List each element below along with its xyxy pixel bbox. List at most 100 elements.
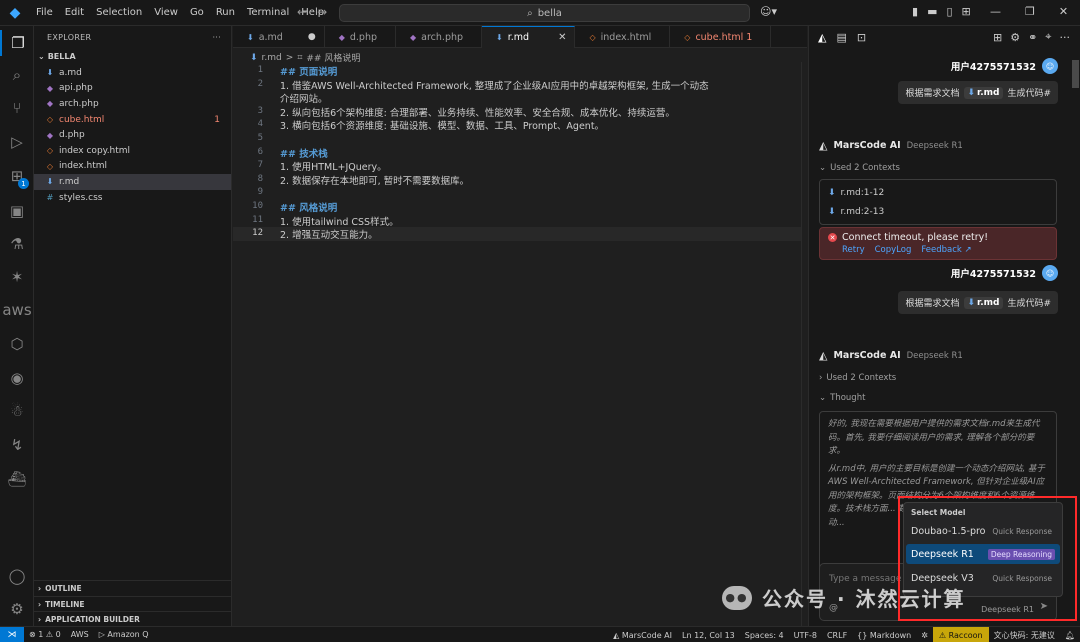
- chat-scrollbar[interactable]: [1072, 60, 1079, 88]
- file-item[interactable]: ◆ d.php: [34, 127, 231, 143]
- context-item[interactable]: ⬇ r.md:1-12: [828, 183, 1048, 202]
- doc-icon[interactable]: ▤: [836, 31, 846, 44]
- send-icon[interactable]: ➤: [1040, 601, 1048, 612]
- retry-link[interactable]: Retry: [842, 245, 865, 255]
- history-icon[interactable]: ⊡: [857, 31, 866, 44]
- code-line[interactable]: 7 1. 使用HTML+JQuery。: [233, 159, 807, 173]
- tab[interactable]: ◆ arch.php: [396, 26, 483, 48]
- run-debug-icon[interactable]: ▷: [0, 129, 34, 155]
- code-line[interactable]: 11 1. 使用tailwind CSS样式。: [233, 214, 807, 228]
- contexts-toggle[interactable]: ⌄ Used 2 Contexts: [819, 163, 900, 173]
- folder-bella[interactable]: ⌄ BELLA: [34, 48, 231, 65]
- file-item[interactable]: ⬇ r.md: [34, 174, 231, 190]
- copilot-icon[interactable]: ☺▾: [760, 5, 777, 18]
- amazon-q-icon[interactable]: ⬡: [0, 331, 34, 357]
- file-chip[interactable]: ⬇ r.md: [963, 86, 1004, 99]
- context-item[interactable]: ⬇ r.md:2-13: [828, 202, 1048, 221]
- customize-layout-icon[interactable]: ⊞: [962, 5, 971, 18]
- model-selector[interactable]: Deepseek R1: [981, 605, 1034, 614]
- code-line[interactable]: 10 ## 风格说明: [233, 200, 807, 214]
- file-item[interactable]: ◇ index.html: [34, 159, 231, 175]
- marscode-status[interactable]: ◭ MarsCode AI: [608, 631, 677, 640]
- encoding[interactable]: UTF-8: [789, 631, 822, 640]
- file-chip[interactable]: ⬇ r.md: [963, 296, 1004, 309]
- file-item[interactable]: ◇ index copy.html: [34, 143, 231, 159]
- amazonq-status[interactable]: ▷ Amazon Q: [94, 630, 154, 639]
- code-line[interactable]: 5: [233, 132, 807, 146]
- code-line[interactable]: 6 ## 技术栈: [233, 146, 807, 160]
- toggle-secondary-sidebar-icon[interactable]: ▯: [946, 5, 952, 18]
- team-icon[interactable]: ⚭: [1028, 31, 1037, 44]
- outline-section[interactable]: › OUTLINE: [34, 580, 232, 596]
- feedback-link[interactable]: Feedback ↗: [921, 245, 971, 255]
- tab[interactable]: ◇ cube.html 1: [670, 26, 772, 48]
- remote-icon[interactable]: ⋊: [0, 626, 24, 642]
- end-of-line[interactable]: CRLF: [822, 631, 852, 640]
- docker-icon[interactable]: ⛴: [0, 466, 34, 492]
- wenxin-status[interactable]: 文心快码: 无建议: [989, 630, 1060, 641]
- file-item[interactable]: ⬇ a.md: [34, 65, 231, 81]
- aws-status[interactable]: AWS: [66, 630, 94, 639]
- cursor-position[interactable]: Ln 12, Col 13: [677, 631, 740, 640]
- settings-gear-icon[interactable]: ⚙: [0, 596, 34, 622]
- model-option-doubao[interactable]: Doubao-1.5-pro Quick Response: [906, 521, 1060, 541]
- code-line[interactable]: 9: [233, 186, 807, 200]
- testing-icon[interactable]: ⚗: [0, 231, 34, 257]
- remote-explorer-icon[interactable]: ▣: [0, 198, 34, 224]
- editor-area[interactable]: 1 ## 页面说明 2 1. 借鉴AWS Well-Architected Frame…: [233, 62, 807, 626]
- menu-selection[interactable]: Selection: [90, 7, 148, 18]
- extension-status-icon[interactable]: ✲: [916, 631, 933, 640]
- file-item[interactable]: ◇ cube.html 1: [34, 112, 231, 128]
- toggle-primary-sidebar-icon[interactable]: ▮: [912, 5, 918, 18]
- contexts-toggle[interactable]: › Used 2 Contexts: [819, 373, 896, 383]
- menu-terminal[interactable]: Terminal: [241, 7, 295, 18]
- forward-arrow-icon[interactable]: →: [317, 5, 337, 19]
- thought-toggle[interactable]: ⌄ Thought: [819, 393, 865, 403]
- code-line[interactable]: 8 2. 数据保存在本地即可, 暂时不需要数据库。: [233, 173, 807, 187]
- chat-settings-icon[interactable]: ⚙: [1010, 31, 1020, 44]
- code-line[interactable]: 12 2. 增强互动交互能力。: [233, 227, 807, 241]
- code-line[interactable]: 4 3. 横向包括6个资源维度: 基础设施、模型、数据、工具、Prompt、Age…: [233, 118, 807, 132]
- menu-file[interactable]: File: [30, 7, 59, 18]
- menu-edit[interactable]: Edit: [59, 7, 90, 18]
- raccoon-status[interactable]: ⚠ Raccoon: [932, 627, 989, 642]
- command-center-search[interactable]: ⌕ bella: [339, 4, 750, 22]
- pin-icon[interactable]: ⌖: [1045, 30, 1051, 44]
- menu-go[interactable]: Go: [184, 7, 210, 18]
- copylog-link[interactable]: CopyLog: [875, 245, 912, 255]
- file-item[interactable]: # styles.css: [34, 190, 231, 206]
- close-window-icon[interactable]: ✕: [1059, 5, 1068, 18]
- tab[interactable]: ⬇ r.md ✕: [482, 26, 576, 48]
- comate-icon[interactable]: ↯: [0, 432, 34, 458]
- marscode-icon[interactable]: ✶: [0, 264, 34, 290]
- indentation[interactable]: Spaces: 4: [740, 631, 789, 640]
- extensions-icon[interactable]: ⊞ 1: [0, 163, 34, 189]
- more-icon[interactable]: ···: [1060, 31, 1071, 44]
- restore-icon[interactable]: ❐: [1025, 5, 1035, 18]
- new-chat-icon[interactable]: ⊞: [993, 31, 1002, 44]
- search-view-icon[interactable]: ⌕: [0, 62, 34, 88]
- breadcrumb-file[interactable]: r.md: [262, 53, 282, 63]
- toggle-panel-icon[interactable]: ▬: [927, 5, 937, 18]
- close-tab-icon[interactable]: ✕: [558, 32, 566, 43]
- file-item[interactable]: ◆ api.php: [34, 81, 231, 97]
- model-option-deepseek-r1[interactable]: Deepseek R1 Deep Reasoning: [906, 544, 1060, 564]
- timeline-section[interactable]: › TIMELINE: [34, 596, 232, 612]
- code-line[interactable]: 介绍网站。: [233, 91, 807, 105]
- tab[interactable]: ⬇ a.md ●: [233, 26, 325, 48]
- edge-icon[interactable]: ◉: [0, 365, 34, 391]
- more-actions-icon[interactable]: ···: [212, 33, 221, 42]
- code-line[interactable]: 1 ## 页面说明: [233, 64, 807, 78]
- code-line[interactable]: 3 2. 纵向包括6个架构维度: 合理部署、业务持续、性能效率、安全合规、成本优化…: [233, 105, 807, 119]
- menu-view[interactable]: View: [148, 7, 184, 18]
- minimize-icon[interactable]: —: [990, 5, 1001, 18]
- notifications-icon[interactable]: 🔔︎: [1060, 631, 1080, 640]
- raccoon-icon[interactable]: ☃: [0, 398, 34, 424]
- file-item[interactable]: ◆ arch.php: [34, 96, 231, 112]
- tab[interactable]: ◆ d.php: [325, 26, 396, 48]
- aws-icon[interactable]: aws: [0, 297, 34, 323]
- source-control-icon[interactable]: ⑂: [0, 95, 34, 121]
- account-icon[interactable]: ◯: [0, 563, 34, 589]
- unsaved-dot-icon[interactable]: ●: [308, 32, 316, 42]
- editor-scrollbar[interactable]: [801, 62, 807, 626]
